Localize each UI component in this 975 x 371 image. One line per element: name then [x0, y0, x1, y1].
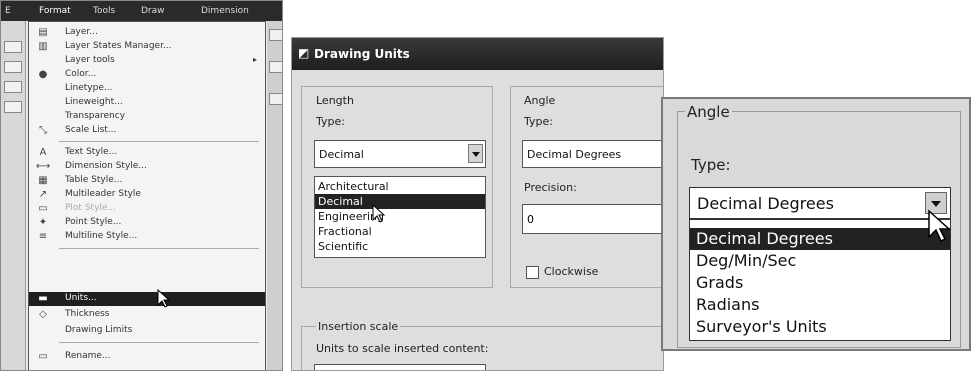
list-item-decimal-degrees[interactable]: Decimal Degrees [690, 228, 950, 250]
menu-item-text-style[interactable]: A Text Style... [29, 146, 265, 160]
left-toolbar-edge [1, 21, 26, 370]
angle-zoom-panel: Angle Type: Decimal Degrees Decimal Degr… [661, 97, 971, 351]
list-item-grads[interactable]: Grads [690, 272, 950, 294]
menu-bar: E Format Tools Draw Dimension [1, 1, 282, 21]
list-item-fractional[interactable]: Fractional [315, 224, 485, 239]
drawing-units-dialog: ◩ Drawing Units Length Type: Decimal Arc… [291, 37, 664, 371]
drawing-units-icon: ◩ [298, 46, 310, 60]
format-menu-panel: E Format Tools Draw Dimension ▤ Layer...… [0, 0, 283, 371]
rename-icon: ▭ [38, 351, 48, 362]
menu-item-lineweight[interactable]: Lineweight... [29, 96, 265, 110]
chevron-down-icon[interactable] [468, 144, 483, 163]
menu-item-table-style[interactable]: ▦ Table Style... [29, 174, 265, 188]
color-icon: ● [38, 69, 48, 80]
units-icon: ▬ [38, 293, 48, 304]
dialog-title: Drawing Units [314, 47, 410, 61]
menu-item-multiline-style[interactable]: ≡ Multiline Style... [29, 230, 265, 244]
multiline-style-icon: ≡ [38, 231, 48, 242]
mouse-cursor-icon [372, 204, 386, 223]
mouse-cursor-icon [928, 209, 951, 243]
point-style-icon: ✦ [38, 217, 48, 228]
list-item-decimal[interactable]: Decimal [315, 194, 485, 209]
submenu-arrow-icon: ▸ [252, 55, 257, 64]
right-toolbar-edge [267, 21, 282, 370]
scale-list-icon: ⤡ [39, 125, 47, 136]
dialog-title-bar: ◩ Drawing Units [292, 38, 663, 70]
menu-draw[interactable]: Draw [141, 6, 165, 16]
angle-type-label: Type: [524, 115, 553, 128]
menu-item-drawing-limits[interactable]: Drawing Limits [29, 324, 265, 338]
list-item-scientific[interactable]: Scientific [315, 239, 485, 254]
menu-item-layer[interactable]: ▤ Layer... [29, 26, 265, 40]
menu-item-layer-tools[interactable]: Layer tools ▸ [29, 54, 265, 68]
angle-type-select-zoom[interactable]: Decimal Degrees [689, 187, 951, 219]
menu-tools[interactable]: Tools [93, 6, 115, 16]
menu-separator [59, 248, 259, 249]
angle-group-label: Angle [524, 94, 556, 107]
multileader-style-icon: ↗ [38, 189, 48, 200]
insertion-units-select[interactable] [314, 364, 486, 370]
length-group-label: Length [316, 94, 354, 107]
format-dropdown-menu: ▤ Layer... ▥ Layer States Manager... Lay… [28, 21, 266, 370]
list-item-engineering[interactable]: Engineering [315, 209, 485, 224]
angle-precision-select[interactable]: 0 [522, 204, 663, 234]
length-type-label: Type: [316, 115, 345, 128]
menu-item-linetype[interactable]: Linetype... [29, 82, 265, 96]
menu-item-color[interactable]: ● Color... [29, 68, 265, 82]
menu-item-dimension-style[interactable]: ⟷ Dimension Style... [29, 160, 265, 174]
units-to-scale-label: Units to scale inserted content: [316, 342, 489, 355]
menu-item-transparency[interactable]: Transparency [29, 110, 265, 124]
angle-type-select[interactable]: Decimal Degrees [522, 140, 663, 168]
menu-item-multileader-style[interactable]: ↗ Multileader Style [29, 188, 265, 202]
dimension-style-icon: ⟷ [35, 161, 51, 172]
menu-separator [59, 342, 259, 343]
angle-group-label-zoom: Angle [685, 103, 732, 121]
layers-icon: ▤ [38, 27, 48, 38]
angle-type-dropdown-list: Decimal Degrees Deg/Min/Sec Grads Radian… [689, 219, 951, 341]
list-item-deg-min-sec[interactable]: Deg/Min/Sec [690, 250, 950, 272]
length-type-select[interactable]: Decimal [314, 140, 486, 168]
menu-item-rename[interactable]: ▭ Rename... [29, 350, 265, 364]
menu-item-plot-style[interactable]: ▭ Plot Style... [29, 202, 265, 216]
list-item-architectural[interactable]: Architectural [315, 179, 485, 194]
plot-style-icon: ▭ [38, 203, 48, 214]
menu-item-thickness[interactable]: ◇ Thickness [29, 308, 265, 322]
menu-item-scale-list[interactable]: ⤡ Scale List... [29, 124, 265, 138]
menu-item-point-style[interactable]: ✦ Point Style... [29, 216, 265, 230]
thickness-icon: ◇ [39, 309, 47, 320]
table-style-icon: ▦ [38, 175, 48, 186]
menu-item-units[interactable]: ▬ Units... [29, 292, 265, 306]
mouse-cursor-icon [157, 289, 171, 308]
layer-states-icon: ▥ [38, 41, 48, 52]
clockwise-checkbox[interactable] [526, 266, 539, 279]
text-style-icon: A [39, 147, 47, 158]
menu-dimension[interactable]: Dimension [201, 6, 249, 16]
list-item-radians[interactable]: Radians [690, 294, 950, 316]
precision-label: Precision: [524, 181, 577, 194]
insertion-scale-label: Insertion scale [316, 320, 401, 333]
menu-separator [59, 141, 259, 142]
clockwise-label: Clockwise [544, 265, 599, 278]
angle-type-label-zoom: Type: [691, 156, 731, 174]
menu-item-layer-states[interactable]: ▥ Layer States Manager... [29, 40, 265, 54]
menu-format[interactable]: Format [39, 6, 71, 16]
list-item-surveyors-units[interactable]: Surveyor's Units [690, 316, 950, 338]
length-type-dropdown-list: Architectural Decimal Engineering Fracti… [314, 176, 486, 258]
